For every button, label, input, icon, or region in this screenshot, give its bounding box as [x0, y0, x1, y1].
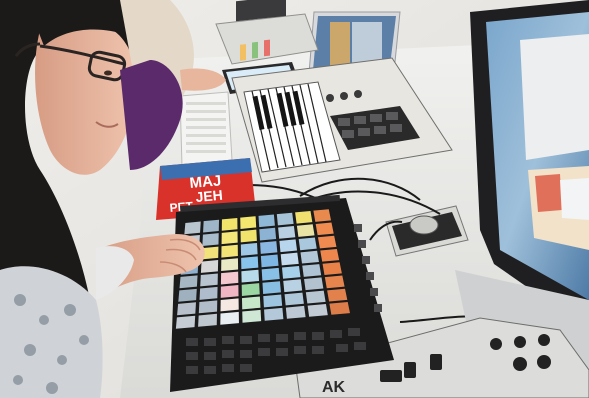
- grid-controller: [170, 194, 394, 392]
- grid-pad: [295, 210, 313, 224]
- grid-pad: [284, 292, 304, 306]
- grid-pad: [278, 226, 296, 239]
- eye: [104, 70, 112, 76]
- grid-pad: [258, 214, 275, 228]
- grid-pad: [322, 262, 342, 275]
- grid-pad: [302, 264, 322, 277]
- grid-pad: [276, 212, 294, 226]
- grid-pad: [220, 285, 239, 298]
- grid-pad: [175, 315, 196, 329]
- grid-pad: [220, 298, 239, 312]
- grid-pad: [298, 237, 317, 251]
- grid-pad: [315, 222, 334, 236]
- grid-pad: [221, 217, 238, 231]
- grid-pad: [242, 309, 262, 323]
- photo-scene: MAJ JEH PET AK: [0, 0, 589, 398]
- grid-pad: [220, 311, 239, 325]
- grid-pad: [259, 227, 277, 241]
- grid-pad: [327, 288, 348, 302]
- grid-pad: [307, 303, 328, 317]
- grid-pad: [296, 224, 315, 237]
- grid-pad: [200, 260, 219, 273]
- grid-pad: [221, 258, 239, 272]
- grid-pad: [220, 271, 239, 285]
- grid-pad: [240, 242, 258, 256]
- grid-pad: [285, 305, 306, 319]
- grid-pad: [313, 209, 332, 222]
- grid-pad: [279, 239, 298, 253]
- grid-pad: [262, 281, 281, 295]
- grid-pad: [260, 241, 278, 254]
- grid-pad: [240, 229, 257, 243]
- grid-pad: [202, 233, 219, 246]
- grid-pad: [320, 248, 340, 262]
- grid-pad: [317, 235, 337, 249]
- computer-keyboard: [179, 91, 233, 167]
- grid-pad: [305, 290, 326, 304]
- grid-pad: [281, 265, 301, 279]
- grid-pad: [179, 275, 198, 289]
- grid-pad: [198, 313, 217, 327]
- grid-pad: [203, 219, 220, 233]
- grid-pad: [329, 301, 351, 315]
- grid-pad: [200, 273, 218, 287]
- magazine-text-2: JEH: [195, 187, 224, 205]
- grid-pad: [199, 286, 218, 300]
- grid-pad: [241, 296, 261, 310]
- grid-pad: [241, 283, 260, 296]
- grid-pad: [241, 269, 260, 283]
- grid-pad: [177, 302, 196, 316]
- grid-pad: [300, 250, 319, 264]
- grid-pad: [241, 256, 259, 270]
- mixer-brand-text: AK: [322, 379, 346, 396]
- grid-pad: [264, 307, 284, 321]
- grid-pad: [260, 254, 279, 268]
- grid-pad: [283, 279, 303, 293]
- photo-canvas: MAJ JEH PET AK: [0, 0, 589, 398]
- grid-pad: [304, 277, 324, 291]
- grid-pad: [178, 288, 197, 302]
- grid-pad: [198, 300, 218, 314]
- grid-pad: [280, 252, 299, 266]
- grid-pad: [221, 231, 238, 245]
- grid-pad: [221, 244, 238, 258]
- grid-pad: [184, 221, 201, 235]
- grid-pad: [324, 275, 345, 289]
- grid-pad: [240, 216, 257, 229]
- grid-pad: [261, 267, 280, 281]
- grid-pad: [263, 294, 283, 308]
